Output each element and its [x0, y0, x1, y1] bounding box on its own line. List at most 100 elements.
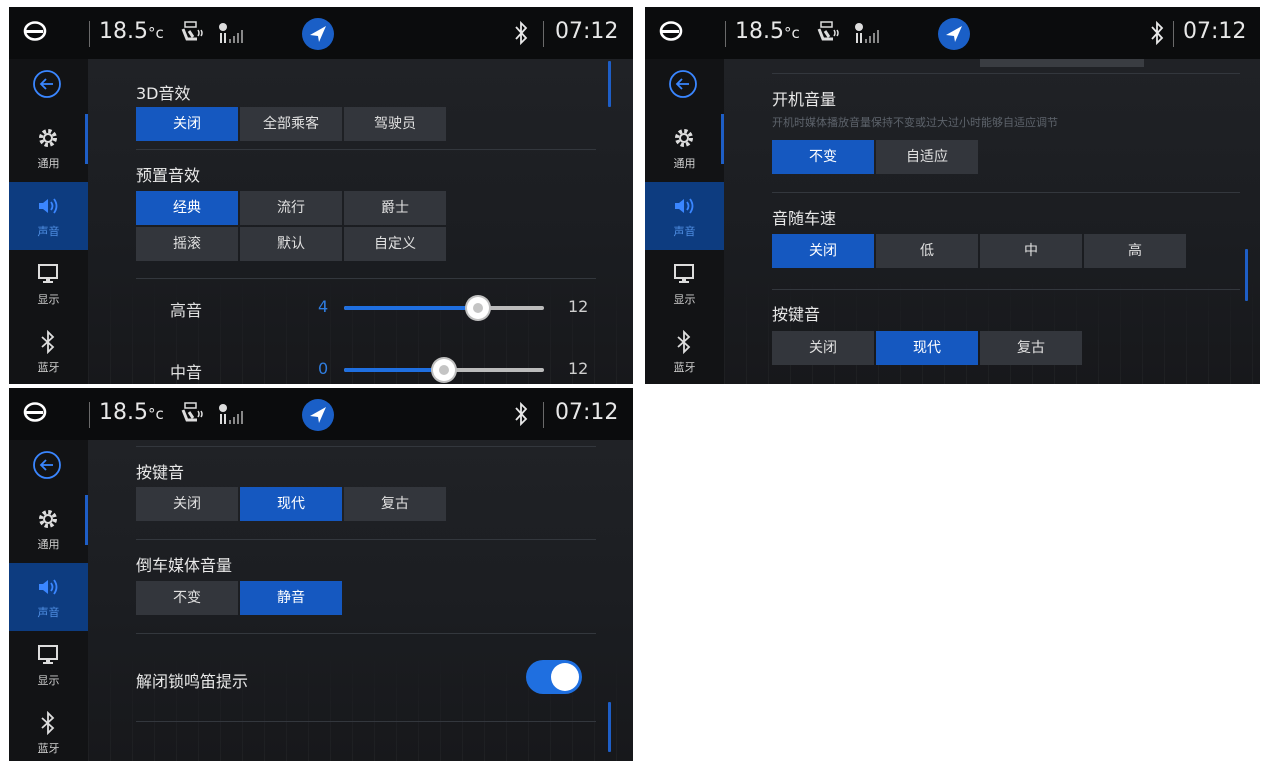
option-key-retro[interactable]: 复古 — [344, 487, 446, 521]
bluetooth-icon — [41, 330, 55, 354]
sidebar-item-sound[interactable]: 声音 — [9, 563, 88, 631]
option-preset-rock[interactable]: 摇滚 — [136, 227, 238, 261]
option-preset-custom[interactable]: 自定义 — [344, 227, 446, 261]
sidebar-item-label: 通用 — [673, 157, 696, 170]
monitor-icon — [38, 264, 58, 283]
back-arrow-icon[interactable] — [668, 69, 698, 99]
option-key-retro[interactable]: 复古 — [980, 331, 1082, 365]
clock: 07:12 — [555, 400, 619, 425]
status-separator — [1173, 21, 1174, 47]
back-arrow-icon[interactable] — [32, 450, 62, 480]
option-speed-low[interactable]: 低 — [876, 234, 978, 268]
sidebar-item-bluetooth[interactable]: 蓝牙 — [9, 318, 88, 384]
sidebar-item-bluetooth[interactable]: 蓝牙 — [9, 699, 88, 761]
option-preset-classic[interactable]: 经典 — [136, 191, 238, 225]
option-startup-unchanged[interactable]: 不变 — [772, 140, 874, 174]
navigation-icon[interactable] — [937, 17, 971, 51]
mid-label: 中音 — [170, 363, 203, 382]
sidebar-item-bluetooth[interactable]: 蓝牙 — [645, 318, 724, 384]
gear-icon — [39, 510, 57, 528]
scrollbar[interactable] — [1245, 249, 1248, 301]
back-arrow-icon[interactable] — [32, 69, 62, 99]
section-title-3d-effect: 3D音效 — [136, 84, 191, 103]
scrollbar[interactable] — [608, 702, 611, 752]
unlock-horn-toggle[interactable] — [526, 660, 582, 694]
divider — [136, 446, 596, 447]
fan-speed-icon[interactable] — [217, 21, 247, 45]
divider — [136, 149, 596, 150]
option-speed-off[interactable]: 关闭 — [772, 234, 874, 268]
option-3d-all-passengers[interactable]: 全部乘客 — [240, 107, 342, 141]
option-3d-driver[interactable]: 驾驶员 — [344, 107, 446, 141]
option-key-modern[interactable]: 现代 — [876, 331, 978, 365]
sidebar-item-label: 声音 — [37, 606, 60, 619]
navigation-icon[interactable] — [301, 398, 335, 432]
fan-speed-icon[interactable] — [217, 402, 247, 426]
status-separator — [725, 21, 726, 47]
divider — [136, 539, 596, 540]
bluetooth-icon — [41, 711, 55, 735]
bluetooth-icon — [1151, 20, 1164, 46]
sidebar-item-general[interactable]: 通用 — [9, 495, 88, 563]
sidebar-item-general[interactable]: 通用 — [645, 114, 724, 182]
sidebar-item-display[interactable]: 显示 — [9, 631, 88, 699]
gear-icon — [39, 129, 57, 147]
mid-slider-thumb[interactable] — [433, 359, 455, 381]
sidebar-item-label: 蓝牙 — [37, 361, 60, 374]
seat-heating-icon[interactable] — [179, 402, 205, 426]
sound-settings-screen-middle: 18.5°c 07:12 通用 声音 显示 蓝牙 开机音量 开机时媒体播放音量保… — [645, 7, 1260, 384]
treble-max: 12 — [568, 297, 589, 316]
option-key-off[interactable]: 关闭 — [136, 487, 238, 521]
settings-content[interactable]: 开机音量 开机时媒体播放音量保持不变或过大过小时能够自适应调节 不变 自适应 音… — [724, 59, 1260, 384]
settings-content[interactable]: 3D音效 关闭 全部乘客 驾驶员 预置音效 经典 流行 爵士 摇滚 默认 自定义… — [88, 59, 633, 384]
option-key-modern[interactable]: 现代 — [240, 487, 342, 521]
sidebar-item-label: 显示 — [673, 293, 696, 306]
section-title-key-tone: 按键音 — [772, 305, 821, 324]
navigation-icon[interactable] — [301, 17, 335, 51]
mid-value: 0 — [318, 359, 329, 378]
option-startup-adaptive[interactable]: 自适应 — [876, 140, 978, 174]
speaker-icon — [39, 579, 58, 595]
option-3d-off[interactable]: 关闭 — [136, 107, 238, 141]
bluetooth-icon — [677, 330, 691, 354]
option-speed-mid[interactable]: 中 — [980, 234, 1082, 268]
status-separator — [89, 402, 90, 428]
sidebar-item-display[interactable]: 显示 — [645, 250, 724, 318]
treble-slider[interactable] — [344, 306, 544, 310]
option-reverse-mute[interactable]: 静音 — [240, 581, 342, 615]
option-key-off[interactable]: 关闭 — [772, 331, 874, 365]
divider — [136, 278, 596, 279]
temperature-readout: 18.5°c — [99, 400, 164, 425]
divider — [772, 289, 1240, 290]
sidebar-item-label: 通用 — [37, 538, 60, 551]
option-speed-high[interactable]: 高 — [1084, 234, 1186, 268]
section-title-startup-volume: 开机音量 — [772, 90, 837, 109]
option-preset-jazz[interactable]: 爵士 — [344, 191, 446, 225]
option-preset-default[interactable]: 默认 — [240, 227, 342, 261]
sidebar-item-sound[interactable]: 声音 — [645, 182, 724, 250]
fan-speed-icon[interactable] — [853, 21, 883, 45]
option-reverse-unchanged[interactable]: 不变 — [136, 581, 238, 615]
sidebar: 通用 声音 显示 蓝牙 — [645, 59, 724, 384]
sidebar-item-label: 显示 — [37, 293, 60, 306]
sidebar-item-general[interactable]: 通用 — [9, 114, 88, 182]
sidebar-item-sound[interactable]: 声音 — [9, 182, 88, 250]
mid-max: 12 — [568, 359, 589, 378]
bluetooth-icon — [515, 20, 528, 46]
brand-logo-icon — [23, 402, 47, 422]
treble-slider-thumb[interactable] — [467, 297, 489, 319]
toggle-knob — [551, 663, 579, 691]
startup-volume-description: 开机时媒体播放音量保持不变或过大过小时能够自适应调节 — [772, 116, 1058, 129]
sidebar-item-label: 显示 — [37, 674, 60, 687]
brand-logo-icon — [659, 21, 683, 41]
settings-content[interactable]: 按键音 关闭 现代 复古 倒车媒体音量 不变 静音 解闭锁鸣笛提示 — [88, 440, 633, 761]
sidebar-item-display[interactable]: 显示 — [9, 250, 88, 318]
scrollbar[interactable] — [608, 61, 611, 107]
seat-heating-icon[interactable] — [815, 21, 841, 45]
divider — [136, 721, 596, 722]
option-preset-pop[interactable]: 流行 — [240, 191, 342, 225]
treble-value: 4 — [318, 297, 329, 316]
seat-heating-icon[interactable] — [179, 21, 205, 45]
section-title-reverse-media-volume: 倒车媒体音量 — [136, 556, 233, 575]
section-title-key-tone: 按键音 — [136, 463, 185, 482]
